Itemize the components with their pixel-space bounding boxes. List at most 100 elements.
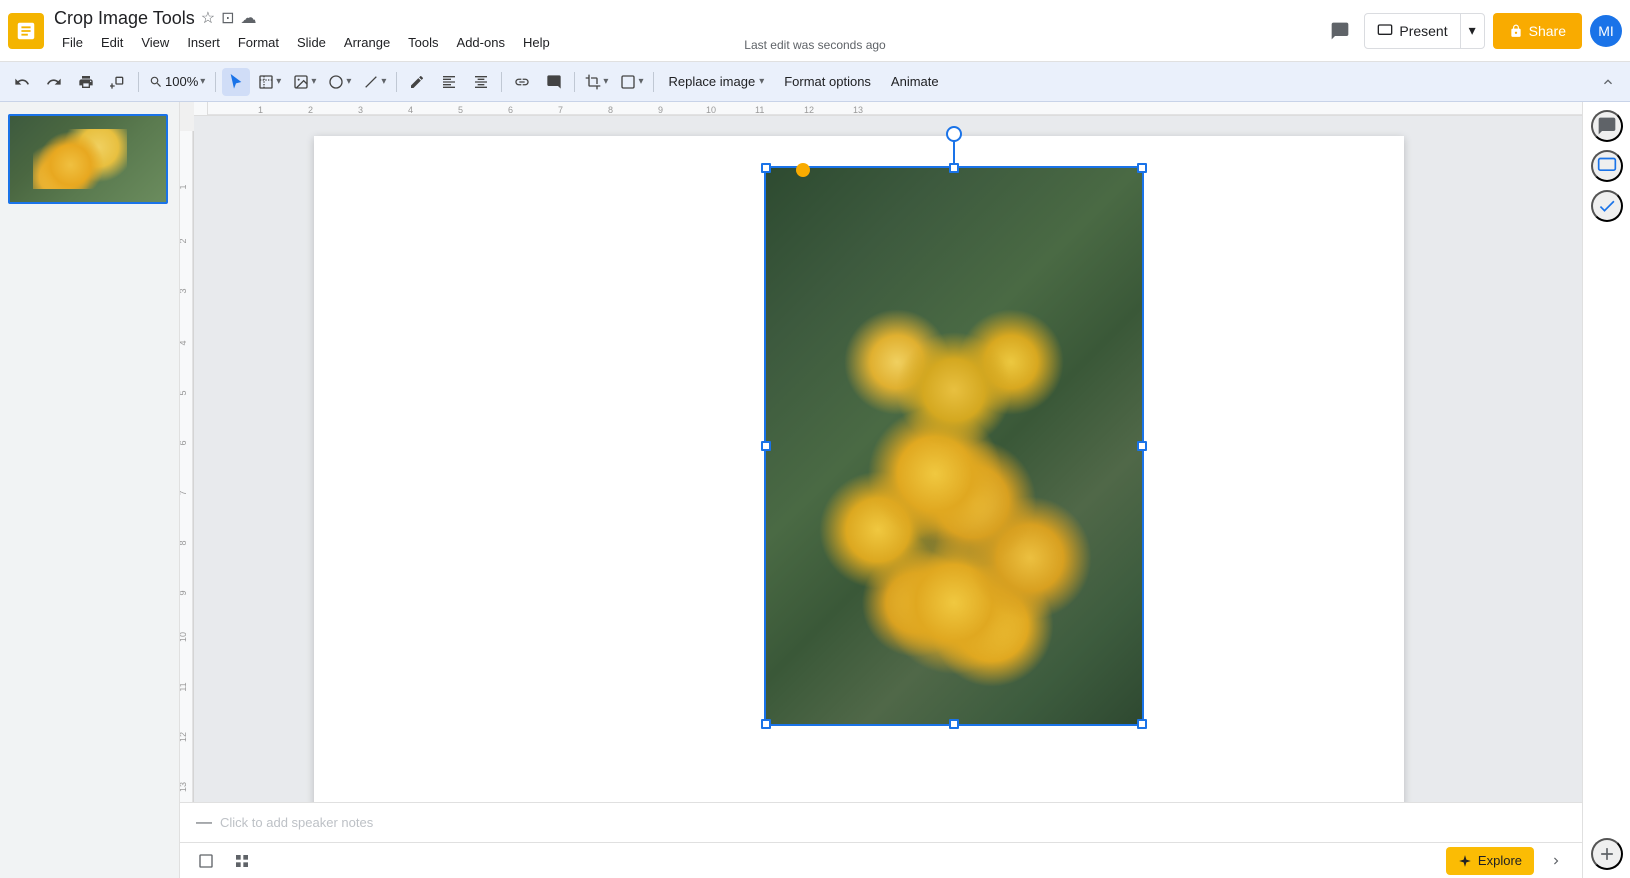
- align-center-button[interactable]: [467, 68, 495, 96]
- print-button[interactable]: [72, 68, 100, 96]
- notes-placeholder[interactable]: Click to add speaker notes: [220, 815, 373, 830]
- separator-5: [574, 72, 575, 92]
- replace-image-button[interactable]: Replace image ▾: [660, 68, 772, 96]
- star-icon[interactable]: ☆: [201, 8, 215, 28]
- ruler-9: 9: [658, 105, 663, 115]
- replace-image-label: Replace image: [668, 74, 755, 89]
- ruler-6: 6: [508, 105, 513, 115]
- animate-label: Animate: [891, 74, 939, 89]
- select-shape-button[interactable]: ▾: [254, 68, 285, 96]
- title-area: Crop Image Tools ☆ ⊡ ☁ File Edit View In…: [54, 8, 1324, 54]
- svg-text:5: 5: [180, 390, 188, 395]
- link-button[interactable]: [508, 68, 536, 96]
- mask-button[interactable]: ▾: [616, 68, 647, 96]
- menu-format[interactable]: Format: [230, 31, 287, 54]
- menu-insert[interactable]: Insert: [179, 31, 228, 54]
- slide-canvas[interactable]: • • •: [194, 116, 1582, 802]
- svg-text:1: 1: [180, 184, 188, 189]
- single-slide-view-button[interactable]: [192, 847, 220, 875]
- notes-toggle-icon[interactable]: —: [196, 814, 212, 832]
- doc-title-row: Crop Image Tools ☆ ⊡ ☁: [54, 8, 1324, 29]
- sidebar-slides-button[interactable]: [1591, 150, 1623, 182]
- grid-view-button[interactable]: [228, 847, 256, 875]
- share-button[interactable]: Share: [1493, 13, 1582, 49]
- bottom-bar: Explore: [180, 842, 1582, 878]
- explore-button[interactable]: Explore: [1446, 847, 1534, 875]
- line-tool-button[interactable]: ▾: [359, 68, 390, 96]
- slide-thumb-wrapper: 1: [8, 114, 171, 204]
- format-options-button[interactable]: Format options: [776, 68, 879, 96]
- menu-help[interactable]: Help: [515, 31, 558, 54]
- redo-button[interactable]: [40, 68, 68, 96]
- crop-button[interactable]: ▾: [581, 68, 612, 96]
- svg-text:13: 13: [180, 782, 188, 792]
- menu-file[interactable]: File: [54, 31, 91, 54]
- sidebar-add-button[interactable]: [1591, 838, 1623, 870]
- canvas-area: 1 2 3 4 5 6 7 8 9 10 11 12 13: [180, 102, 1582, 878]
- chat-button[interactable]: [1324, 15, 1356, 47]
- svg-text:7: 7: [180, 490, 188, 495]
- select-shape-arrow: ▾: [276, 76, 281, 87]
- slide-thumbnail[interactable]: [8, 114, 168, 204]
- sidebar-chat-button[interactable]: [1591, 110, 1623, 142]
- sidebar-check-button[interactable]: [1591, 190, 1623, 222]
- menu-edit[interactable]: Edit: [93, 31, 131, 54]
- align-left-button[interactable]: [435, 68, 463, 96]
- cloud-icon[interactable]: ☁: [241, 8, 257, 28]
- canvas-with-ruler: 1 2 3 4 5 6 7 8 9 10 11 12 13 14: [180, 116, 1582, 802]
- slide-image: [764, 166, 1144, 726]
- present-main[interactable]: Present: [1365, 14, 1460, 48]
- line-arrow: ▾: [381, 76, 386, 87]
- animate-button[interactable]: Animate: [883, 68, 947, 96]
- thumb-flowers: [33, 129, 127, 189]
- replace-image-arrow: ▾: [759, 76, 764, 87]
- slide-white[interactable]: [314, 136, 1404, 802]
- menu-tools[interactable]: Tools: [400, 31, 446, 54]
- scribble-button[interactable]: [403, 68, 431, 96]
- folder-icon[interactable]: ⊡: [221, 8, 234, 28]
- present-button[interactable]: Present ▾: [1364, 13, 1484, 49]
- last-edit-status: Last edit was seconds ago: [744, 38, 885, 52]
- share-label: Share: [1529, 23, 1566, 39]
- svg-text:9: 9: [180, 590, 188, 595]
- svg-text:4: 4: [180, 340, 188, 345]
- main-layout: 1 1 2 3 4: [0, 102, 1630, 878]
- comment-button[interactable]: [540, 68, 568, 96]
- menu-arrange[interactable]: Arrange: [336, 31, 398, 54]
- shape-tool-button[interactable]: ▾: [324, 68, 355, 96]
- separator-1: [138, 72, 139, 92]
- doc-title[interactable]: Crop Image Tools: [54, 8, 195, 29]
- menu-slide[interactable]: Slide: [289, 31, 334, 54]
- svg-text:6: 6: [180, 440, 188, 445]
- undo-button[interactable]: [8, 68, 36, 96]
- select-tool-button[interactable]: [222, 68, 250, 96]
- menu-view[interactable]: View: [133, 31, 177, 54]
- present-dropdown-arrow[interactable]: ▾: [1461, 14, 1484, 48]
- chevron-right-button[interactable]: [1542, 847, 1570, 875]
- image-arrow: ▾: [311, 76, 316, 87]
- zoom-button[interactable]: 100% ▾: [145, 68, 209, 96]
- rotation-handle[interactable]: [946, 126, 962, 142]
- right-sidebar: [1582, 102, 1630, 878]
- menu-addons[interactable]: Add-ons: [449, 31, 513, 54]
- separator-3: [396, 72, 397, 92]
- rotation-line: [953, 138, 955, 166]
- slide-thumb-inner: [10, 116, 166, 202]
- zoom-arrow: ▾: [200, 76, 205, 87]
- ruler-5: 5: [458, 105, 463, 115]
- ruler-13: 13: [853, 105, 863, 115]
- present-arrow-icon: ▾: [1469, 22, 1476, 39]
- image-tool-button[interactable]: ▾: [289, 68, 320, 96]
- top-bar: Crop Image Tools ☆ ⊡ ☁ File Edit View In…: [0, 0, 1630, 62]
- separator-6: [653, 72, 654, 92]
- ruler-8: 8: [608, 105, 613, 115]
- ruler-12: 12: [804, 105, 814, 115]
- paint-format-button[interactable]: [104, 68, 132, 96]
- svg-text:3: 3: [180, 288, 188, 293]
- user-avatar[interactable]: MI: [1590, 15, 1622, 47]
- image-container[interactable]: [764, 166, 1144, 726]
- collapse-toolbar-button[interactable]: [1594, 68, 1622, 96]
- app-logo[interactable]: [8, 13, 44, 49]
- ruler-4: 4: [408, 105, 413, 115]
- ruler-1: 1: [258, 105, 263, 115]
